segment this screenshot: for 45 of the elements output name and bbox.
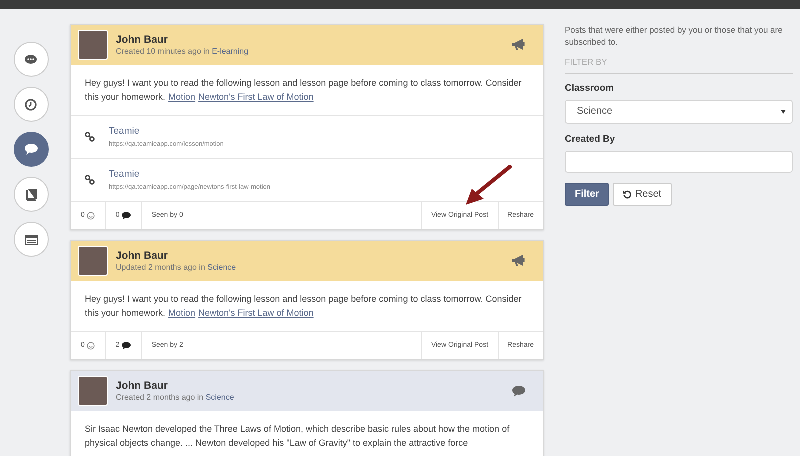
author-name: John Baur — [116, 34, 169, 46]
reset-button[interactable]: Reset — [613, 182, 672, 206]
attachment-title: Teamie — [109, 169, 141, 180]
lesson-link[interactable]: Newton's First Law of Motion — [198, 308, 314, 318]
lesson-link[interactable]: Newton's First Law of Motion — [198, 92, 314, 102]
chat-bubble-icon — [25, 54, 37, 64]
megaphone-icon — [512, 255, 526, 267]
speech-bubble-icon — [122, 212, 131, 220]
attachment-title: Teamie — [109, 126, 141, 137]
post-text: Hey guys! I want you to read the following lesson and lesson page before coming to class tomorrow. Consider this your homework. Motion Newton's First Law of Motion — [71, 65, 543, 116]
created-by-field[interactable] — [565, 150, 793, 173]
author-name: John Baur — [116, 380, 169, 392]
post-meta: Created 10 minutes ago in E-learning — [116, 47, 250, 56]
post-meta: Created 2 months ago in Science — [116, 393, 236, 402]
smiley-icon — [86, 212, 95, 220]
created-by-label: Created By — [565, 134, 616, 145]
filter-button[interactable]: Filter — [565, 182, 610, 206]
nav-button[interactable] — [14, 132, 48, 167]
classroom-link[interactable]: E-learning — [212, 47, 249, 56]
classroom-link[interactable]: Science — [208, 263, 236, 272]
clock-icon — [25, 98, 37, 110]
post-text: Sir Isaac Newton developed the Three Laws of Motion, which describe basic rules about how the motion of physical objects change. ... Newton developed his "Law of Gravity" to explain the attractive force — [71, 411, 543, 456]
filter-heading: FILTER BY — [565, 56, 793, 74]
speech-bubble-icon — [512, 386, 526, 396]
post-meta: Updated 2 months ago in Science — [116, 263, 238, 272]
smiley-icon — [86, 342, 95, 350]
speech-bubble-icon — [24, 144, 38, 155]
undo-icon — [623, 190, 632, 199]
classroom-link[interactable]: Science — [206, 393, 234, 402]
avatar-photo-placeholder — [78, 376, 108, 406]
speech-bubble-icon — [122, 342, 131, 350]
lesson-link[interactable]: Motion — [168, 308, 196, 318]
chain-link-icon — [85, 132, 95, 142]
caret-icon — [781, 110, 786, 114]
filter-description: Posts that were either posted by you or those that you are subscribed to. — [565, 24, 784, 50]
avatar-photo-placeholder — [78, 246, 108, 276]
megaphone-icon — [512, 39, 526, 51]
chain-link-icon — [85, 175, 95, 185]
author-name: John Baur — [116, 250, 169, 262]
classroom-label: Classroom — [565, 82, 616, 94]
annotation-arrow — [464, 165, 512, 207]
card-icon — [24, 234, 38, 244]
avatar-photo-placeholder — [78, 30, 108, 60]
lesson-link[interactable]: Motion — [168, 92, 196, 102]
classroom-select[interactable]: Science — [565, 100, 793, 124]
